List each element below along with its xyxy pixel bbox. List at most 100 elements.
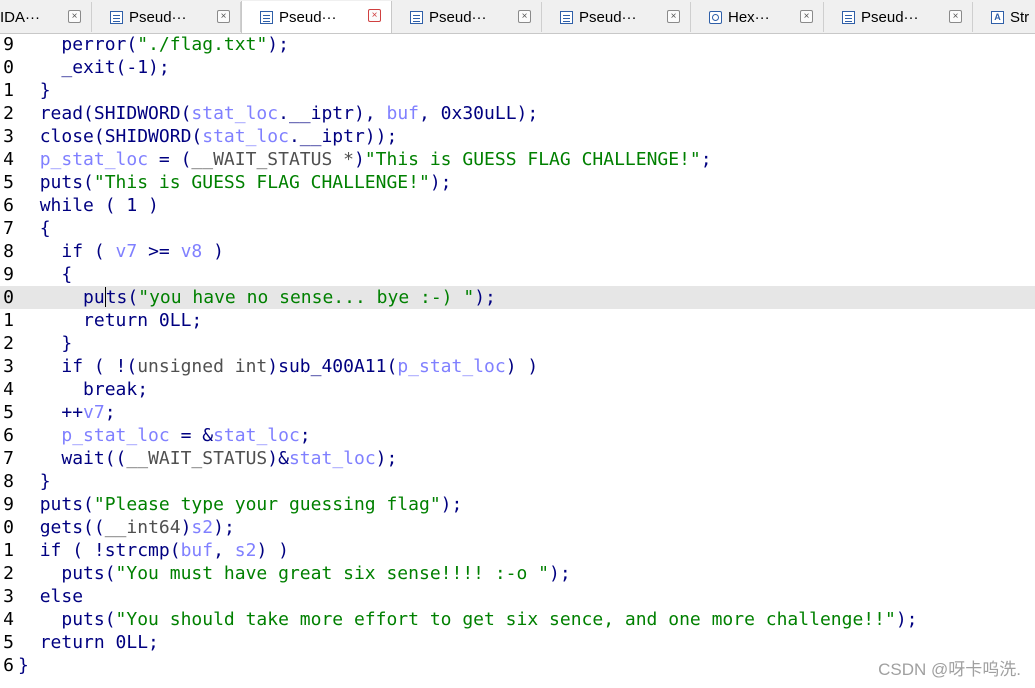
code-line[interactable]: 0 _exit(-1); [0, 56, 1035, 79]
code-line[interactable]: 8 if ( v7 >= v8 ) [0, 240, 1035, 263]
pseudocode-view[interactable]: 9 perror("./flag.txt"); 0 _exit(-1); 1 } 2 … [0, 33, 1035, 688]
close-icon[interactable]: × [949, 10, 962, 23]
tab-6[interactable]: Hex··· × [691, 2, 824, 32]
tab-label: Str [1010, 8, 1030, 26]
code-line[interactable]: 9 puts("Please type your guessing flag")… [0, 493, 1035, 516]
code-token: v7 [83, 402, 105, 423]
code-line[interactable]: 5 return 0LL; [0, 631, 1035, 654]
code-token: pu [83, 287, 105, 308]
tab-label: Hex··· [728, 8, 770, 26]
code-line[interactable]: 5 puts("This is GUESS FLAG CHALLENGE!"); [0, 171, 1035, 194]
close-icon[interactable]: × [368, 9, 381, 22]
code-line[interactable]: 2 puts("You must have great six sense!!!… [0, 562, 1035, 585]
code-line[interactable]: 4 break; [0, 378, 1035, 401]
code-line[interactable]: 4 puts("You should take more effort to g… [0, 608, 1035, 631]
code-token: unsigned int [137, 356, 268, 377]
code-line[interactable]: 9 perror("./flag.txt"); [0, 33, 1035, 56]
code-token: ( [126, 34, 138, 55]
code-line[interactable]: 1 if ( !strcmp(buf, s2) ) [0, 539, 1035, 562]
code-token: ) [353, 149, 365, 170]
tab-1[interactable]: IDA··· × [0, 2, 92, 32]
code-token: puts( [39, 172, 94, 193]
code-line[interactable]: 3 if ( !(unsigned int)sub_400A11(p_stat_… [0, 355, 1035, 378]
code-line[interactable]: 0 puts("you have no sense... bye :-) "); [0, 286, 1035, 309]
line-number: 0 [3, 517, 14, 538]
pseudocode-icon [560, 10, 573, 24]
code-token: , [213, 540, 235, 561]
code-token: "Please type your guessing flag" [93, 494, 441, 515]
tab-bar: IDA··· × Pseud··· × Pseud··· × Pseud··· × Pseud·… [0, 0, 1035, 34]
code-text: } [18, 79, 51, 102]
code-line[interactable]: 9 { [0, 263, 1035, 286]
close-icon[interactable]: × [518, 10, 531, 23]
code-line[interactable]: 5 ++v7; [0, 401, 1035, 424]
code-line[interactable]: 6 p_stat_loc = &stat_loc; [0, 424, 1035, 447]
code-line[interactable]: 6 while ( 1 ) [0, 194, 1035, 217]
close-icon[interactable]: × [68, 10, 81, 23]
line-number: 4 [3, 379, 14, 400]
code-text: read(SHIDWORD(stat_loc.__iptr), buf, 0x3… [18, 102, 539, 125]
code-line[interactable]: 4 p_stat_loc = (__WAIT_STATUS *)"This is… [0, 148, 1035, 171]
line-number: 3 [3, 586, 14, 607]
code-line[interactable]: 8 } [0, 470, 1035, 493]
code-token: ; [700, 149, 712, 170]
code-text: return 0LL; [18, 309, 202, 332]
code-token: __int64 [104, 517, 181, 538]
code-token: ); [267, 34, 289, 55]
code-token: puts( [61, 609, 116, 630]
code-line[interactable]: 0 gets((__int64)s2); [0, 516, 1035, 539]
code-token: } [39, 80, 51, 101]
code-line[interactable]: 3 close(SHIDWORD(stat_loc.__iptr)); [0, 125, 1035, 148]
tab-4[interactable]: Pseud··· × [392, 2, 542, 32]
close-icon[interactable]: × [667, 10, 680, 23]
code-text: { [18, 263, 72, 286]
code-line[interactable]: 1 return 0LL; [0, 309, 1035, 332]
line-number: 1 [3, 540, 14, 561]
code-token: .__iptr)); [288, 126, 398, 147]
code-token: ); [895, 609, 918, 630]
close-icon[interactable]: × [217, 10, 230, 23]
tab-3[interactable]: Pseud··· × [241, 1, 392, 33]
code-text: if ( !(unsigned int)sub_400A11(p_stat_lo… [18, 355, 538, 378]
close-icon[interactable]: × [800, 10, 813, 23]
tab-8[interactable]: A Str [973, 2, 1035, 32]
code-token: buf [386, 103, 419, 124]
code-token: _exit [61, 57, 116, 78]
tab-label: Pseud··· [861, 8, 919, 26]
tab-7[interactable]: Pseud··· × [824, 2, 973, 32]
code-token: = ( [148, 149, 192, 170]
code-text: { [18, 217, 51, 240]
code-token: { [61, 264, 73, 285]
line-number: 6 [3, 195, 14, 216]
code-token: __WAIT_STATUS * [191, 149, 354, 170]
code-line[interactable]: 7 { [0, 217, 1035, 240]
line-number: 9 [3, 34, 14, 55]
line-number: 7 [3, 218, 14, 239]
code-text: close(SHIDWORD(stat_loc.__iptr)); [18, 125, 398, 148]
code-token: } [18, 655, 29, 676]
code-line[interactable]: 7 wait((__WAIT_STATUS)&stat_loc); [0, 447, 1035, 470]
code-token: } [61, 333, 73, 354]
code-line[interactable]: 2 read(SHIDWORD(stat_loc.__iptr), buf, 0… [0, 102, 1035, 125]
code-line[interactable]: 1 } [0, 79, 1035, 102]
code-text: gets((__int64)s2); [18, 516, 235, 539]
tab-5[interactable]: Pseud··· × [542, 2, 691, 32]
code-token: = & [169, 425, 214, 446]
line-number: 0 [3, 57, 14, 78]
code-line[interactable]: 3 else [0, 585, 1035, 608]
code-token: return 0LL; [39, 632, 159, 653]
strings-icon: A [991, 10, 1004, 24]
code-token: while ( 1 ) [39, 195, 159, 216]
code-token: ); [213, 517, 235, 538]
code-line[interactable]: 2 } [0, 332, 1035, 355]
code-token: (-1); [115, 57, 170, 78]
tab-2[interactable]: Pseud··· × [92, 2, 241, 32]
line-number: 4 [3, 609, 14, 630]
